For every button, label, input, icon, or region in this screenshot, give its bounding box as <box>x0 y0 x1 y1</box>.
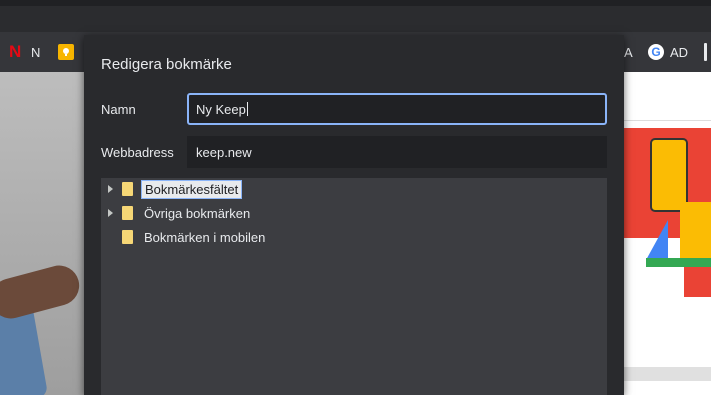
folder-item-other-bookmarks[interactable]: Övriga bokmärken <box>101 202 253 224</box>
bookmarks-overflow[interactable] <box>704 32 707 72</box>
edit-bookmark-dialog: Redigera bokmärke Namn Ny Keep Webbadres… <box>84 35 624 395</box>
page-header <box>624 72 711 121</box>
page-content-left <box>0 72 84 395</box>
bookmark-n[interactable]: N <box>31 32 40 72</box>
url-field-value: keep.new <box>196 144 252 160</box>
netflix-icon: N <box>9 42 22 61</box>
page-footer-bar <box>624 367 711 381</box>
bookmark-label: A <box>624 44 633 60</box>
promo-shape-green <box>646 258 711 267</box>
bookmark-label: AD <box>670 44 689 60</box>
bookmark-google-keep[interactable] <box>58 32 74 72</box>
text-caret <box>246 102 248 116</box>
url-field[interactable]: keep.new <box>187 136 607 168</box>
folder-icon <box>122 182 133 196</box>
person-arm-image <box>0 261 84 323</box>
expand-arrow-icon[interactable] <box>108 185 113 193</box>
bookmark-label: N <box>31 44 41 60</box>
folder-label: Bokmärken i mobilen <box>144 229 266 245</box>
name-label: Namn <box>101 102 136 117</box>
tab-strip <box>0 6 711 32</box>
dialog-title: Redigera bokmärke <box>101 56 232 73</box>
page-content-right <box>624 72 711 395</box>
folder-label: Övriga bokmärken <box>144 205 251 221</box>
phone-image <box>650 138 688 212</box>
bookmark-a[interactable]: A <box>624 32 633 72</box>
folder-item-mobile-bookmarks[interactable]: Bokmärken i mobilen <box>101 226 268 248</box>
url-label: Webbadress <box>101 145 174 160</box>
promo-shape-yellow <box>680 202 711 262</box>
promo-shape-red <box>684 267 711 297</box>
bookmark-netflix[interactable]: N <box>9 32 21 72</box>
overflow-icon <box>704 43 707 61</box>
folder-label: Bokmärkesfältet <box>141 179 243 199</box>
folder-item-bookmarks-bar[interactable]: Bokmärkesfältet <box>101 178 243 200</box>
folder-icon <box>122 230 133 244</box>
google-keep-icon <box>58 44 74 60</box>
google-icon: G <box>648 44 664 60</box>
name-field[interactable]: Ny Keep <box>187 93 607 125</box>
expand-arrow-icon[interactable] <box>108 209 113 217</box>
promo-shape-blue <box>646 220 668 260</box>
folder-icon <box>122 206 133 220</box>
folder-tree: Bokmärkesfältet Övriga bokmärken Bokmärk… <box>101 178 607 395</box>
bookmark-google-ad[interactable]: G AD <box>648 32 688 72</box>
name-field-value: Ny Keep <box>196 101 246 117</box>
